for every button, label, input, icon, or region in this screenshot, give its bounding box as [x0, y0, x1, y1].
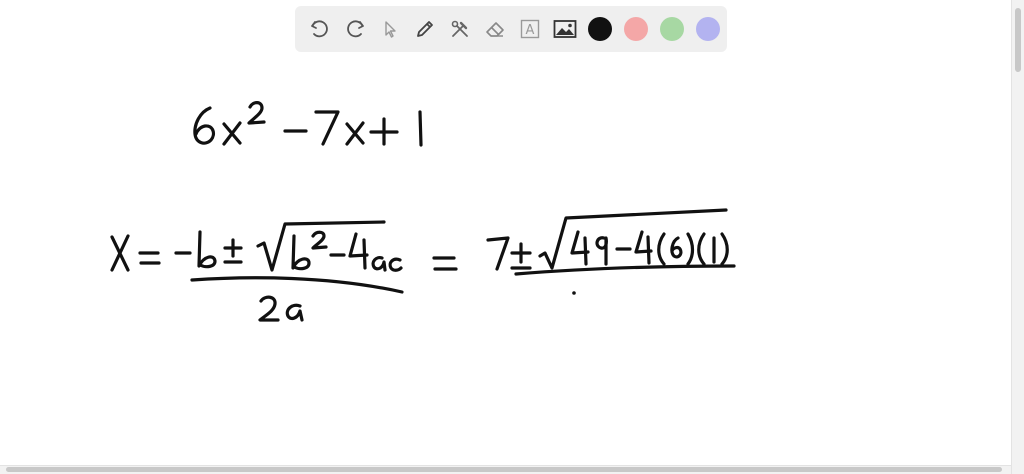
whiteboard-canvas[interactable]: A: [0, 0, 1024, 474]
vertical-scrollbar-thumb[interactable]: [1015, 8, 1021, 72]
substitution-ink: [432, 208, 736, 295]
expression-ink: [193, 101, 423, 147]
quadratic-formula-ink: [110, 220, 404, 322]
vertical-scrollbar[interactable]: [1011, 0, 1024, 474]
horizontal-scrollbar-thumb[interactable]: [6, 467, 1002, 472]
horizontal-scrollbar[interactable]: [0, 465, 1011, 474]
handwritten-math: [110, 101, 736, 322]
